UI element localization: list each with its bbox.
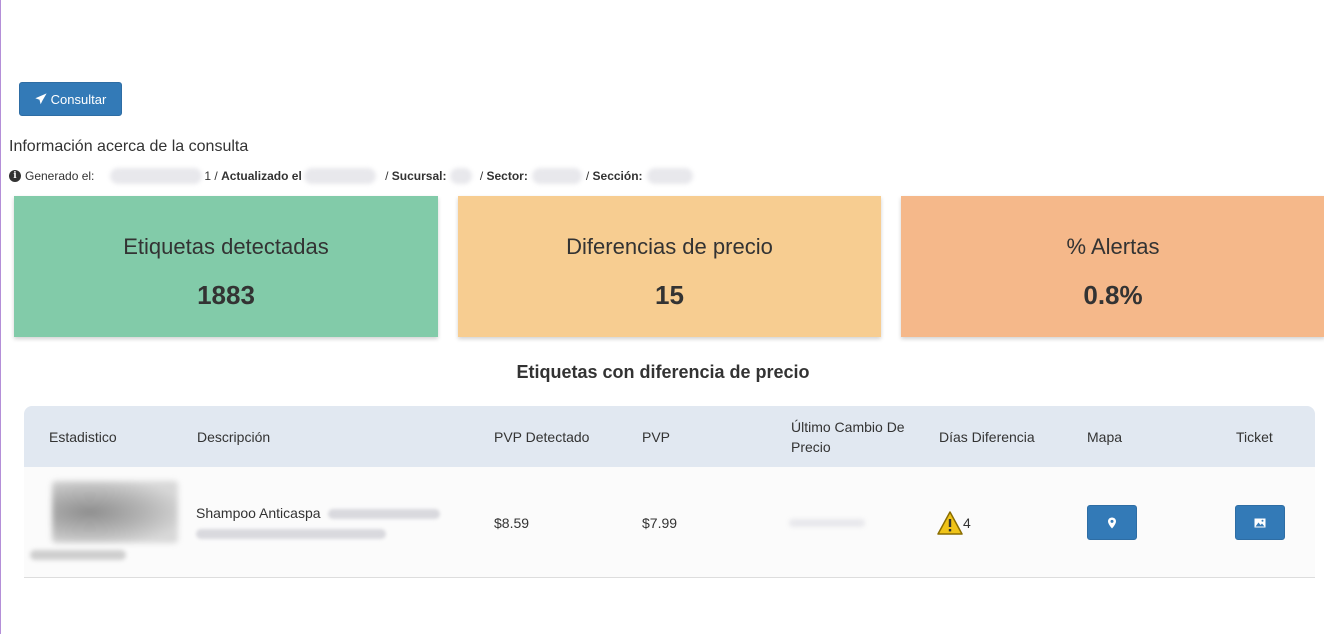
column-header-ticket: Ticket: [1236, 428, 1273, 445]
generado-tail: 1: [204, 169, 212, 183]
mapa-cell: [1087, 467, 1137, 578]
stat-card-diferencias: Diferencias de precio 15: [458, 196, 881, 337]
consultar-button[interactable]: Consultar: [19, 82, 122, 116]
description-redacted: [328, 509, 441, 520]
ticket-image-button[interactable]: [1235, 505, 1285, 540]
pvp-detectado-value: $8.59: [494, 514, 530, 531]
sector-label: Sector:: [486, 169, 528, 183]
stat-label: Diferencias de precio: [566, 234, 773, 259]
dias-diferencia-cell: 4: [937, 467, 971, 578]
table-title: Etiquetas con diferencia de precio: [516, 362, 810, 382]
column-header-pvp: PVP: [642, 428, 671, 445]
page: Consultar Información acerca de la consu…: [0, 0, 1324, 634]
separator: /: [211, 169, 222, 183]
ultimo-cambio-value-redacted: [789, 467, 865, 578]
seccion-value-redacted: [646, 168, 693, 184]
warning-icon: [937, 510, 963, 535]
map-marker-icon: [1108, 517, 1116, 528]
consultar-label: Consultar: [50, 91, 107, 107]
separator: /: [476, 169, 487, 183]
estadistico-code-redacted: [30, 550, 126, 560]
paper-plane-icon: [35, 93, 47, 105]
actualizado-value-redacted: [303, 168, 376, 184]
stat-value: 0.8%: [1083, 280, 1143, 310]
seccion-label: Sección:: [592, 169, 643, 183]
price-difference-table: Estadistico Descripción PVP Detectado PV…: [24, 406, 1315, 578]
separator: /: [585, 169, 593, 183]
generado-value-redacted: [110, 168, 203, 184]
map-button[interactable]: [1087, 505, 1137, 540]
sucursal-value-redacted: [450, 168, 473, 184]
stat-label: % Alertas: [1066, 234, 1160, 259]
sector-value-redacted: [531, 168, 582, 184]
image-icon: [1254, 518, 1266, 527]
actualizado-label: Actualizado el: [221, 169, 302, 183]
dias-diferencia-value: 4: [963, 514, 971, 531]
stat-card-etiquetas: Etiquetas detectadas 1883: [14, 196, 438, 337]
ticket-cell: [1235, 467, 1285, 578]
info-title: Información acerca de la consulta: [9, 138, 249, 155]
generado-label: Generado el:: [25, 169, 95, 183]
column-header-ultimo-cambio: Último Cambio De Precio: [791, 418, 905, 455]
pvp-value: $7.99: [642, 514, 678, 531]
description-redacted: [196, 529, 386, 540]
product-description: Shampoo Anticaspa: [196, 503, 476, 543]
stat-label: Etiquetas detectadas: [123, 234, 329, 259]
product-image-redacted: [52, 481, 178, 543]
column-header-mapa: Mapa: [1087, 428, 1123, 445]
separator: /: [381, 169, 392, 183]
column-header-dias-diferencia: Días Diferencia: [939, 428, 1035, 445]
query-metadata: i Generado el: 1 / Actualizado el / Sucu…: [9, 168, 697, 184]
sucursal-label: Sucursal:: [391, 169, 447, 183]
stat-value: 1883: [197, 280, 255, 310]
column-header-pvp-detectado: PVP Detectado: [494, 428, 590, 445]
info-circle-icon: i: [9, 170, 21, 182]
column-header-descripcion: Descripción: [197, 428, 271, 445]
description-text: Shampoo Anticaspa: [196, 505, 321, 521]
table-row: Shampoo Anticaspa $8.59 $7.99 4: [24, 467, 1315, 578]
stat-card-alertas: % Alertas 0.8%: [901, 196, 1324, 337]
column-header-estadistico: Estadistico: [49, 428, 117, 445]
stat-value: 15: [655, 280, 684, 310]
table-header: Estadistico Descripción PVP Detectado PV…: [24, 406, 1315, 467]
